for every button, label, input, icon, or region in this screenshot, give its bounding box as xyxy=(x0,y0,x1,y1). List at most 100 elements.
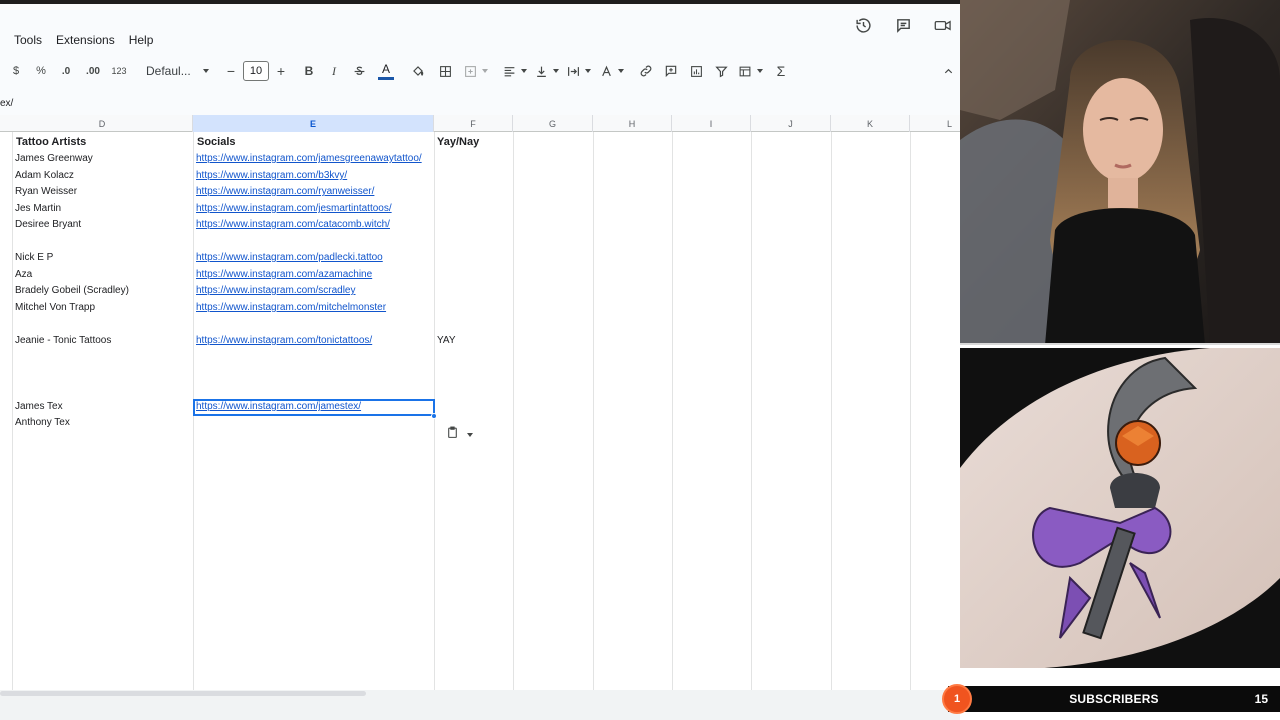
cell-social[interactable] xyxy=(196,316,433,332)
cell-yaynay[interactable] xyxy=(437,349,511,365)
menu-tools[interactable]: Tools xyxy=(14,33,42,47)
cell-artist[interactable]: Adam Kolacz xyxy=(15,168,191,184)
cell-social[interactable] xyxy=(196,349,433,365)
cell-yaynay[interactable] xyxy=(437,250,511,266)
increase-font-size-button[interactable]: + xyxy=(274,59,288,83)
filter-icon[interactable] xyxy=(713,59,729,83)
cell-yaynay[interactable] xyxy=(437,382,511,398)
cell-social[interactable]: https://www.instagram.com/padlecki.tatto… xyxy=(196,250,433,266)
cell-artist[interactable]: Desiree Bryant xyxy=(15,217,191,233)
header-yay-nay[interactable]: Yay/Nay xyxy=(437,134,513,150)
cell-artist[interactable]: James Greenway xyxy=(15,151,191,167)
cell-yaynay[interactable] xyxy=(437,234,511,250)
cell-artist[interactable]: Mitchel Von Trapp xyxy=(15,300,191,316)
instagram-link[interactable]: https://www.instagram.com/b3kvy/ xyxy=(196,170,347,181)
cell-social[interactable]: https://www.instagram.com/ryanweisser/ xyxy=(196,184,433,200)
vertical-align-icon[interactable] xyxy=(534,59,560,83)
column-header-g[interactable]: G xyxy=(513,115,593,132)
filter-views-icon[interactable] xyxy=(737,59,763,83)
cell-artist[interactable] xyxy=(15,382,191,398)
borders-icon[interactable] xyxy=(438,59,452,83)
cell-artist[interactable]: Bradely Gobeil (Scradley) xyxy=(15,283,191,299)
cell-artist[interactable]: Anthony Tex xyxy=(15,415,191,431)
cell-social[interactable]: https://www.instagram.com/b3kvy/ xyxy=(196,168,433,184)
format-currency-button[interactable]: $ xyxy=(10,59,22,83)
instagram-link[interactable]: https://www.instagram.com/jesmartintatto… xyxy=(196,203,392,214)
italic-button[interactable]: I xyxy=(329,59,339,83)
increase-decimal-button[interactable]: .00 xyxy=(84,59,102,83)
cell-artist[interactable] xyxy=(15,316,191,332)
cell-yaynay[interactable] xyxy=(437,366,511,382)
header-socials[interactable]: Socials xyxy=(197,134,432,150)
cell-yaynay[interactable] xyxy=(437,399,511,415)
column-header-l[interactable]: L xyxy=(910,115,960,132)
format-percent-button[interactable]: % xyxy=(34,59,48,83)
collapse-menus-icon[interactable] xyxy=(941,59,955,83)
header-tattoo-artists[interactable]: Tattoo Artists xyxy=(16,134,191,150)
cell-social[interactable]: https://www.instagram.com/scradley xyxy=(196,283,433,299)
menu-help[interactable]: Help xyxy=(129,33,154,47)
cell-social[interactable]: https://www.instagram.com/jamesgreenaway… xyxy=(196,151,433,167)
active-cell-selection[interactable] xyxy=(193,399,435,416)
cell-yaynay[interactable] xyxy=(437,316,511,332)
cell-social[interactable] xyxy=(196,382,433,398)
functions-button[interactable]: Σ xyxy=(774,59,788,83)
horizontal-scrollbar[interactable] xyxy=(0,690,960,698)
formula-bar[interactable]: ex/ xyxy=(0,92,960,114)
cell-social[interactable]: https://www.instagram.com/jesmartintatto… xyxy=(196,201,433,217)
column-header-h[interactable]: H xyxy=(593,115,672,132)
more-formats-button[interactable]: 123 xyxy=(110,59,128,83)
column-header-j[interactable]: J xyxy=(751,115,831,132)
instagram-link[interactable]: https://www.instagram.com/mitchelmonster xyxy=(196,302,386,313)
column-header-e[interactable]: E xyxy=(193,115,434,132)
instagram-link[interactable]: https://www.instagram.com/azamachine xyxy=(196,269,372,280)
cell-yaynay[interactable] xyxy=(437,168,511,184)
text-rotation-icon[interactable] xyxy=(599,59,625,83)
cell-social[interactable] xyxy=(196,234,433,250)
meet-video-icon[interactable] xyxy=(934,16,952,34)
menu-extensions[interactable]: Extensions xyxy=(56,33,115,47)
version-history-icon[interactable] xyxy=(854,16,872,34)
insert-link-icon[interactable] xyxy=(638,59,654,83)
cell-artist[interactable]: Nick E P xyxy=(15,250,191,266)
column-header-k[interactable]: K xyxy=(831,115,910,132)
text-wrapping-icon[interactable] xyxy=(566,59,592,83)
instagram-link[interactable]: https://www.instagram.com/jamesgreenaway… xyxy=(196,153,422,164)
cell-artist[interactable]: Jeanie - Tonic Tattoos xyxy=(15,333,191,349)
cell-social[interactable] xyxy=(196,366,433,382)
insert-chart-icon[interactable] xyxy=(688,59,704,83)
cell-artist[interactable]: Ryan Weisser xyxy=(15,184,191,200)
font-family-dropdown[interactable]: Defaul... xyxy=(146,59,209,83)
sheet-grid[interactable]: D E F G H I J K L Tattoo Artists Socials xyxy=(0,115,960,690)
instagram-link[interactable]: https://www.instagram.com/catacomb.witch… xyxy=(196,219,390,230)
cell-yaynay[interactable] xyxy=(437,217,511,233)
cell-artist[interactable]: James Tex xyxy=(15,399,191,415)
font-size-field[interactable]: 10 xyxy=(243,59,269,83)
cell-artist[interactable]: Jes Martin xyxy=(15,201,191,217)
bold-button[interactable]: B xyxy=(303,59,315,83)
decrease-font-size-button[interactable]: − xyxy=(224,59,238,83)
cell-artist[interactable] xyxy=(15,366,191,382)
cell-artist[interactable] xyxy=(15,349,191,365)
strikethrough-icon[interactable] xyxy=(352,59,366,83)
cell-yaynay[interactable] xyxy=(437,151,511,167)
comments-icon[interactable] xyxy=(894,16,912,34)
scrollbar-thumb[interactable] xyxy=(0,691,366,696)
instagram-link[interactable]: https://www.instagram.com/tonictattoos/ xyxy=(196,335,372,346)
instagram-link[interactable]: https://www.instagram.com/padlecki.tatto… xyxy=(196,252,383,263)
cell-artist[interactable] xyxy=(15,234,191,250)
paste-options-chip[interactable] xyxy=(442,424,477,446)
cell-yaynay[interactable] xyxy=(437,267,511,283)
column-header-f[interactable]: F xyxy=(434,115,513,132)
cell-yaynay[interactable] xyxy=(437,201,511,217)
instagram-link[interactable]: https://www.instagram.com/ryanweisser/ xyxy=(196,186,374,197)
insert-comment-icon[interactable] xyxy=(663,59,679,83)
cell-yaynay[interactable] xyxy=(437,184,511,200)
cell-yaynay[interactable]: YAY xyxy=(437,333,511,349)
cell-social[interactable]: https://www.instagram.com/mitchelmonster xyxy=(196,300,433,316)
cell-yaynay[interactable] xyxy=(437,300,511,316)
horizontal-align-icon[interactable] xyxy=(502,59,528,83)
merge-cells-icon[interactable] xyxy=(463,59,489,83)
decrease-decimal-button[interactable]: .0 xyxy=(58,59,74,83)
column-header-d[interactable]: D xyxy=(12,115,193,132)
